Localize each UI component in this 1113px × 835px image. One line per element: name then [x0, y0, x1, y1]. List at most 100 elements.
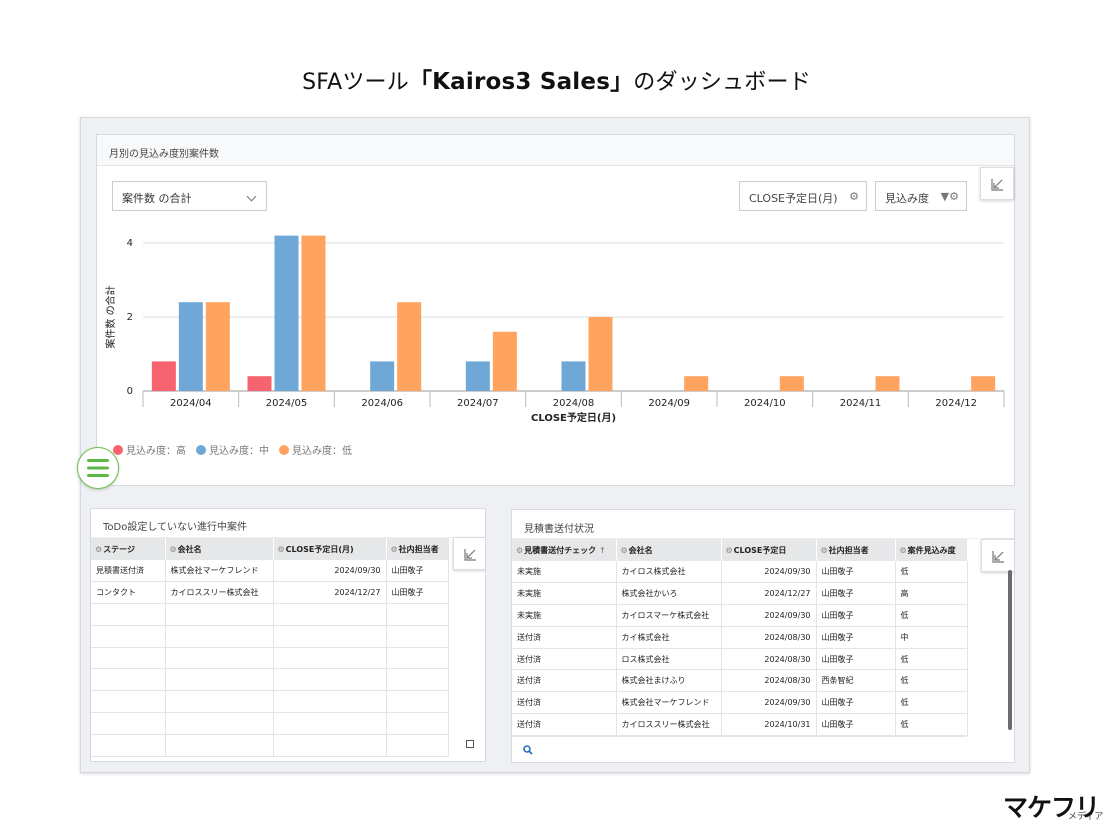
x-field-label: CLOSE予定日(月) — [749, 192, 838, 205]
table-cell: 送付済 — [512, 626, 617, 649]
table-cell — [386, 690, 449, 714]
table-cell — [165, 625, 274, 648]
gear-icon[interactable]: ⚙ — [900, 546, 907, 555]
bar-2024/11-2 — [875, 376, 900, 391]
table-cell: コンタクト — [91, 581, 166, 605]
bar-2024/06-1 — [370, 361, 395, 391]
column-header-label: CLOSE予定日(月) — [285, 544, 354, 554]
collapse-todo-button[interactable] — [453, 537, 485, 570]
table-cell: 山田敬子 — [816, 582, 896, 606]
column-header[interactable]: ⚙ステージ — [91, 538, 166, 560]
table-cell — [386, 625, 449, 648]
sort-asc-icon[interactable]: ↑ — [596, 546, 606, 555]
column-header-label: 案件見込み度 — [907, 545, 956, 555]
bar-2024/05-1 — [274, 235, 299, 391]
table-cell: 2024/08/30 — [721, 626, 817, 649]
legend-swatch — [279, 444, 289, 455]
gear-icon[interactable]: ⚙ — [391, 545, 398, 554]
table-row[interactable]: 送付済 ロス株式会社 2024/08/30 山田敬子低 — [512, 648, 968, 671]
x-tick-label: 2024/07 — [457, 398, 499, 409]
search-icon[interactable] — [523, 745, 533, 755]
table-row[interactable]: 送付済 株式会社マーケフレンド 2024/09/30 山田敬子低 — [512, 691, 968, 715]
table-row[interactable]: 送付済 カイ株式会社 2024/08/30 山田敬子中 — [512, 626, 968, 649]
filter-gear-icon[interactable]: ▼⚙ — [941, 190, 959, 203]
table-cell — [273, 603, 387, 626]
collapse-icon — [991, 179, 1003, 191]
table-cell: カイロスマーケ株式会社 — [616, 604, 722, 627]
legend-item[interactable]: 見込み度：低 — [279, 442, 352, 457]
x-tick-label: 2024/09 — [648, 398, 690, 409]
bar-chart: 0 2 4 2024/04 2024/05 2024/06 2024/07 2024/08 20… — [104, 235, 1005, 424]
collapse-chart-button[interactable] — [980, 167, 1014, 200]
gear-icon[interactable]: ⚙ — [516, 546, 523, 555]
table-cell — [273, 668, 387, 692]
column-header[interactable]: ⚙CLOSE予定日 — [721, 539, 817, 561]
column-header[interactable]: ⚙見積書送付チェック ↑ — [512, 539, 617, 561]
table-cell: 2024/08/30 — [721, 669, 817, 693]
bar-2024/05-0 — [247, 376, 272, 391]
menu-icon — [87, 459, 109, 477]
page-title: SFAツール「Kairos3 Sales」のダッシュボード — [0, 62, 1113, 96]
table-cell: カイロススリー株式会社 — [165, 581, 274, 605]
table-cell — [273, 734, 387, 757]
y-axis-label: 案件数 の合計 — [104, 285, 117, 348]
table-row[interactable] — [91, 647, 449, 670]
legend-item[interactable]: 見込み度：中 — [196, 442, 269, 457]
table-cell: 送付済 — [512, 713, 617, 736]
gear-icon[interactable]: ⚙ — [278, 545, 285, 554]
table-cell: 低 — [895, 648, 968, 671]
column-header-label: 社内担当者 — [398, 544, 439, 554]
table-cell — [91, 603, 166, 626]
column-header[interactable]: ⚙案件見込み度 — [895, 539, 968, 561]
table-row[interactable]: コンタクト カイロススリー株式会社 2024/12/27 山田敬子 — [91, 581, 449, 605]
table-row[interactable] — [91, 668, 449, 692]
column-header[interactable]: ⚙CLOSE予定日(月) — [273, 538, 387, 560]
table-row[interactable]: 送付済 株式会社まけふり 2024/08/30 西条智紀低 — [512, 669, 968, 693]
table-row[interactable]: 送付済 カイロススリー株式会社 2024/10/31 山田敬子低 — [512, 713, 968, 736]
table-row[interactable] — [91, 712, 449, 735]
column-header[interactable]: ⚙会社名 — [616, 539, 722, 561]
table-row[interactable] — [91, 690, 449, 714]
table-cell: 低 — [895, 691, 968, 715]
table-row[interactable]: 未実施 カイロス株式会社 2024/09/30 山田敬子低 — [512, 561, 968, 584]
resize-corner-icon[interactable] — [466, 740, 474, 748]
gear-icon[interactable]: ⚙ — [621, 546, 628, 555]
gear-icon[interactable]: ⚙ — [849, 190, 859, 203]
table-cell — [91, 712, 166, 735]
group-field-button[interactable]: 見込み度 ▼⚙ — [875, 181, 967, 211]
column-header[interactable]: ⚙社内担当者 — [386, 538, 449, 560]
table-cell: 山田敬子 — [816, 713, 896, 736]
aggregate-dropdown[interactable]: 案件数 の合計 — [112, 181, 267, 211]
table-row[interactable] — [91, 625, 449, 648]
table-row[interactable]: 未実施 株式会社かいろ 2024/12/27 山田敬子高 — [512, 582, 968, 606]
collapse-quote-button[interactable] — [981, 539, 1014, 572]
table-cell: 高 — [895, 582, 968, 606]
table-cell — [165, 734, 274, 757]
gear-icon[interactable]: ⚙ — [821, 546, 828, 555]
legend-item[interactable]: 見込み度：高 — [113, 442, 186, 457]
menu-button[interactable] — [77, 447, 119, 489]
legend-swatch — [196, 444, 206, 455]
column-header[interactable]: ⚙会社名 — [165, 538, 274, 560]
gear-icon[interactable]: ⚙ — [170, 545, 177, 554]
table-row[interactable]: 未実施 カイロスマーケ株式会社 2024/09/30 山田敬子低 — [512, 604, 968, 627]
todo-table-panel: ToDo設定していない進行中案件 ⚙ステージ ⚙会社名 ⚙CLOSE予定日(月) ⚙社… — [90, 508, 486, 762]
table-row[interactable] — [91, 734, 449, 757]
table-cell — [386, 603, 449, 626]
table-cell: 見積書送付済 — [91, 560, 166, 583]
table-cell: 株式会社まけふり — [616, 669, 722, 693]
x-tick-label: 2024/11 — [840, 398, 882, 409]
table-cell — [386, 668, 449, 692]
table-cell — [386, 712, 449, 735]
column-header-label: 会社名 — [177, 544, 202, 554]
bar-2024/06-2 — [397, 302, 422, 391]
column-header-label: CLOSE予定日 — [733, 545, 787, 555]
column-header[interactable]: ⚙社内担当者 — [816, 539, 896, 561]
scrollbar[interactable] — [1008, 570, 1012, 730]
table-row[interactable]: 見積書送付済 株式会社マーケフレンド 2024/09/30 山田敬子 — [91, 560, 449, 583]
gear-icon[interactable]: ⚙ — [726, 546, 733, 555]
gear-icon[interactable]: ⚙ — [95, 545, 102, 554]
table-cutoff-row — [512, 736, 967, 740]
table-row[interactable] — [91, 603, 449, 626]
x-field-button[interactable]: CLOSE予定日(月) ⚙ — [739, 181, 867, 211]
